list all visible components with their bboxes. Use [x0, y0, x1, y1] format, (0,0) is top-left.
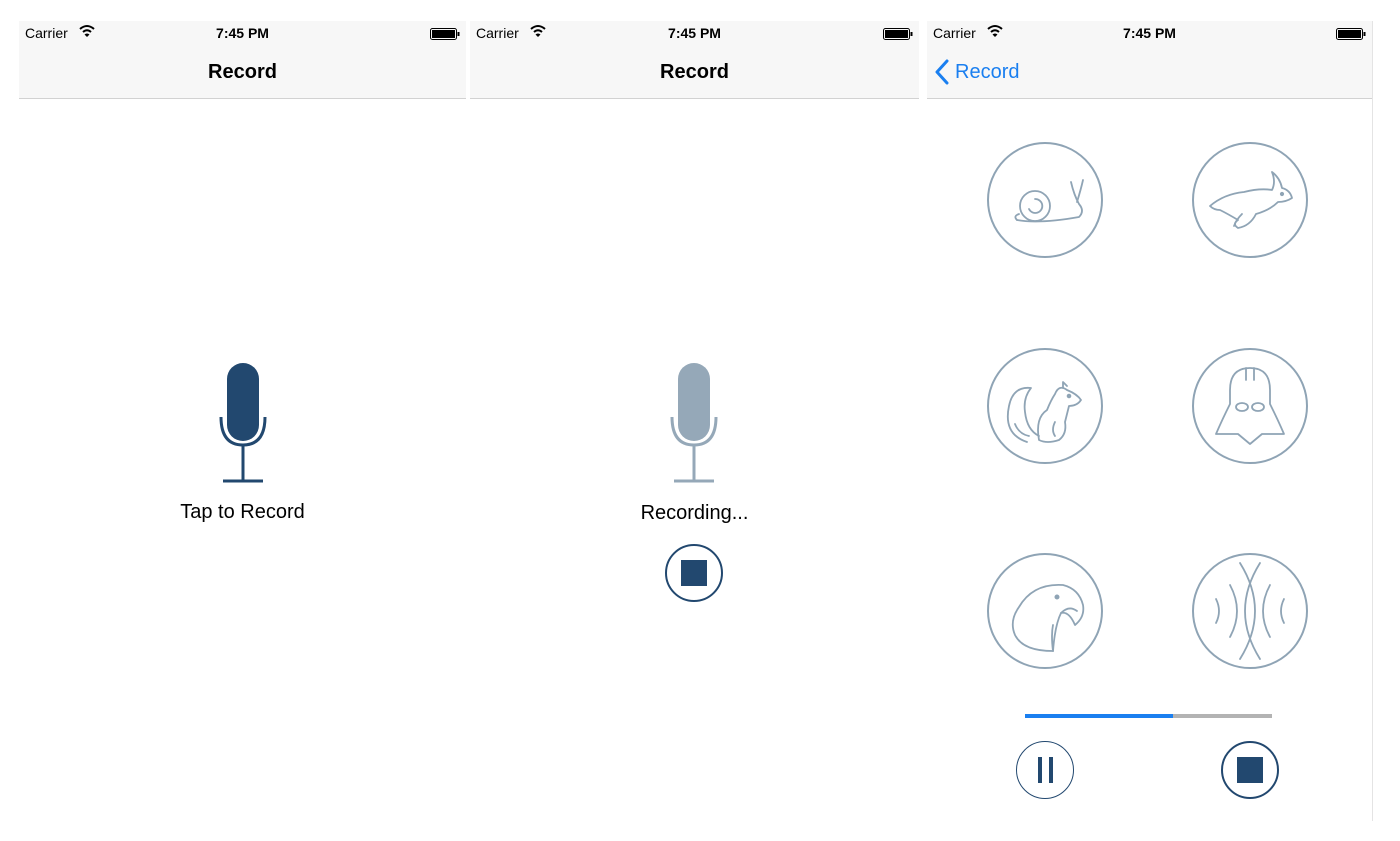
echo-icon: [1215, 562, 1285, 660]
back-button[interactable]: Record: [933, 57, 1019, 87]
playback-progress-fill: [1025, 714, 1174, 718]
snail-effect-button[interactable]: [987, 142, 1103, 258]
rabbit-effect-button[interactable]: [1192, 142, 1308, 258]
parrot-effect-button[interactable]: [987, 553, 1103, 669]
playback-progress-bar: [1025, 714, 1272, 718]
rabbit-icon: [1209, 171, 1293, 229]
pause-icon: [1037, 757, 1053, 783]
status-bar: Carrier 7:45 PM: [470, 21, 919, 45]
echo-effect-button[interactable]: [1192, 553, 1308, 669]
snail-icon: [1014, 179, 1084, 223]
battery-icon: [430, 28, 460, 40]
navigation-bar: Record: [927, 45, 1372, 99]
status-bar: Carrier 7:45 PM: [927, 21, 1372, 45]
stop-playback-button[interactable]: [1221, 741, 1279, 799]
status-bar: Carrier 7:45 PM: [19, 21, 466, 45]
screen-recording: Carrier 7:45 PM Record Recording...: [470, 21, 919, 821]
microphone-icon[interactable]: [219, 363, 267, 483]
stop-icon: [681, 560, 707, 586]
screen-record-idle: Carrier 7:45 PM Record Tap to Record: [19, 21, 466, 821]
tap-to-record-label: Tap to Record: [180, 501, 305, 523]
chevron-left-icon: [935, 59, 949, 85]
navigation-bar: Record: [470, 45, 919, 99]
parrot-icon: [1011, 584, 1085, 652]
recording-status-label: Recording...: [640, 502, 749, 524]
status-time: 7:45 PM: [668, 25, 721, 41]
pause-button[interactable]: [1016, 741, 1074, 799]
stop-icon: [1237, 757, 1263, 783]
battery-icon: [883, 28, 913, 40]
back-label: Record: [955, 60, 1020, 83]
screen-play-sounds: Carrier 7:45 PM Record: [927, 21, 1373, 821]
battery-icon: [1336, 28, 1366, 40]
squirrel-icon: [1006, 381, 1082, 443]
status-time: 7:45 PM: [216, 25, 269, 41]
stop-recording-button[interactable]: [665, 544, 723, 602]
nav-title: Record: [208, 61, 277, 83]
status-time: 7:45 PM: [1123, 25, 1176, 41]
darth-vader-icon: [1215, 367, 1285, 445]
microphone-icon: [670, 363, 718, 483]
navigation-bar: Record: [19, 45, 466, 99]
nav-title: Record: [660, 61, 729, 83]
squirrel-effect-button[interactable]: [987, 348, 1103, 464]
darth-vader-effect-button[interactable]: [1192, 348, 1308, 464]
